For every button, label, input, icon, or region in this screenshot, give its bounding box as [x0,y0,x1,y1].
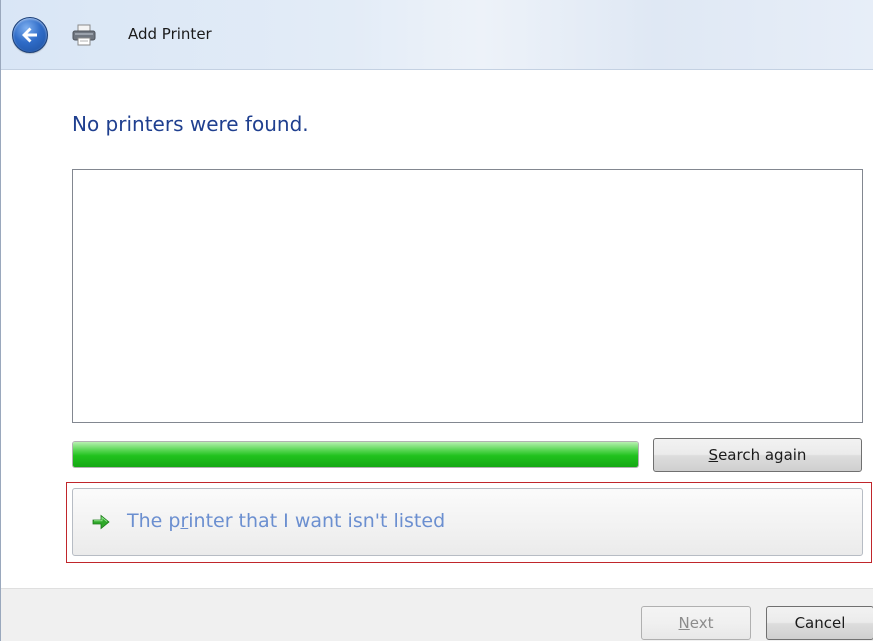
next-mnemonic: N [678,614,690,632]
next-button[interactable]: Next [641,606,751,640]
search-again-mnemonic: S [708,446,719,464]
title-bar: Add Printer [1,0,873,70]
window-title: Add Printer [128,25,212,43]
next-label: ext [689,614,714,632]
command-link-text-start: The p [127,510,181,532]
back-button[interactable] [12,17,48,53]
search-progress-fill [73,442,638,467]
page-heading: No printers were found. [72,112,309,136]
search-again-button[interactable]: Search again [653,438,862,472]
add-printer-window: Add Printer No printers were found. Sear… [0,0,873,641]
cancel-button[interactable]: Cancel [766,606,873,640]
back-arrow-icon [22,27,37,43]
printer-list[interactable] [72,169,863,423]
printer-not-listed-label: The printer that I want isn't listed [127,510,445,532]
green-arrow-icon [92,514,110,530]
search-progress-bar [72,441,639,468]
printer-icon [72,24,96,46]
command-link-text-end: inter that I want isn't listed [188,510,446,532]
search-again-label: earch again [718,446,807,464]
printer-not-listed-link[interactable]: The printer that I want isn't listed [72,488,863,556]
